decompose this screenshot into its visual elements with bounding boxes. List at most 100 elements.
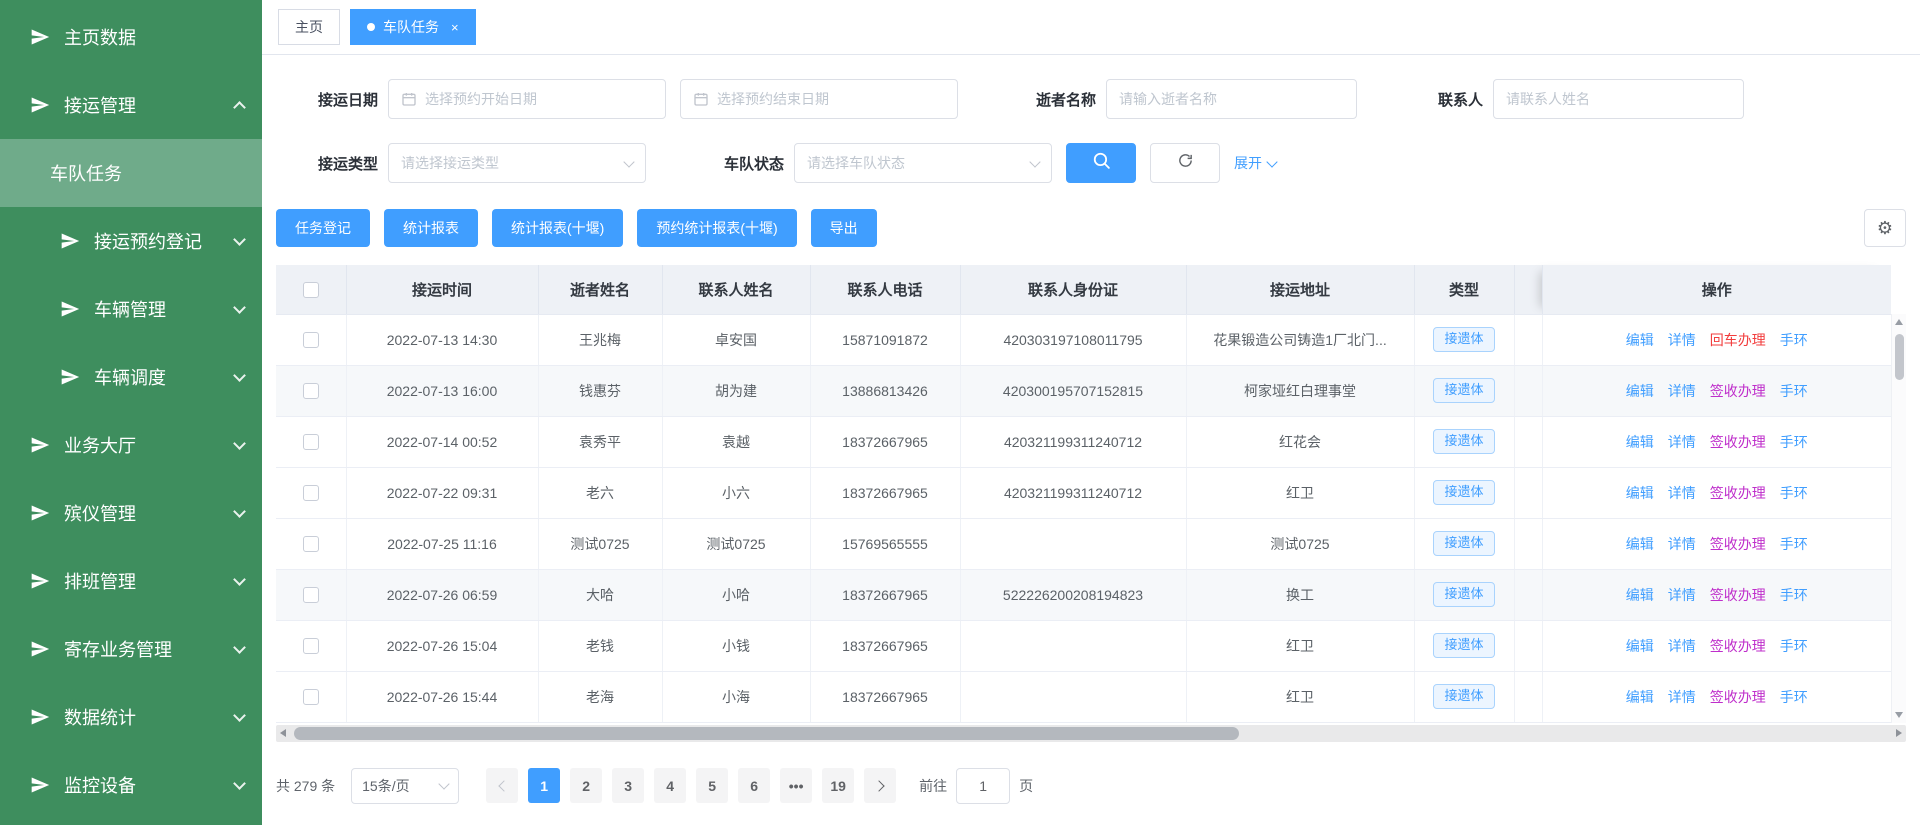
edit-link[interactable]: 编辑 xyxy=(1626,587,1654,603)
date-end-input[interactable] xyxy=(717,91,945,107)
sidebar-item-home-data[interactable]: 主页数据 xyxy=(0,3,262,71)
refresh-icon xyxy=(1177,152,1194,174)
stats-report-button[interactable]: 统计报表 xyxy=(384,209,478,247)
sidebar-item-storage-business[interactable]: 寄存业务管理 xyxy=(0,615,262,683)
column-settings-button[interactable]: ⚙ xyxy=(1864,209,1906,247)
sidebar-item-business-hall[interactable]: 业务大厅 xyxy=(0,411,262,479)
row-checkbox[interactable] xyxy=(303,332,319,348)
horizontal-scrollbar[interactable] xyxy=(276,725,1906,742)
sidebar-item-transport-reservation[interactable]: 接运预约登记 xyxy=(0,207,262,275)
tab-fleet-tasks[interactable]: 车队任务 × xyxy=(350,9,476,45)
sidebar-item-monitoring-devices[interactable]: 监控设备 xyxy=(0,751,262,819)
date-start-input[interactable] xyxy=(425,91,653,107)
refresh-button[interactable] xyxy=(1150,143,1220,183)
process-link[interactable]: 签收办理 xyxy=(1710,434,1766,450)
edit-link[interactable]: 编辑 xyxy=(1626,638,1654,654)
detail-link[interactable]: 详情 xyxy=(1668,383,1696,399)
band-link[interactable]: 手环 xyxy=(1780,587,1808,603)
reservation-stats-report-shiyan-button[interactable]: 预约统计报表(十堰) xyxy=(637,209,796,247)
page-button-1[interactable]: 1 xyxy=(528,768,560,803)
scroll-up-icon[interactable] xyxy=(1895,319,1903,325)
next-page-button[interactable] xyxy=(864,768,896,803)
detail-link[interactable]: 详情 xyxy=(1668,638,1696,654)
tab-home[interactable]: 主页 xyxy=(278,9,340,45)
process-link[interactable]: 签收办理 xyxy=(1710,638,1766,654)
band-link[interactable]: 手环 xyxy=(1780,434,1808,450)
page-button-5[interactable]: 5 xyxy=(696,768,728,803)
band-link[interactable]: 手环 xyxy=(1780,332,1808,348)
detail-link[interactable]: 详情 xyxy=(1668,587,1696,603)
select-all-checkbox[interactable] xyxy=(303,282,319,298)
sidebar-item-transport-management[interactable]: 接运管理 xyxy=(0,71,262,139)
sidebar-item-funeral-management[interactable]: 殡仪管理 xyxy=(0,479,262,547)
tab-close-icon[interactable]: × xyxy=(451,21,459,34)
contact-field[interactable] xyxy=(1493,79,1744,119)
page-button-2[interactable]: 2 xyxy=(570,768,602,803)
vertical-scrollbar[interactable] xyxy=(1891,314,1906,723)
stats-report-shiyan-button[interactable]: 统计报表(十堰) xyxy=(492,209,623,247)
row-checkbox[interactable] xyxy=(303,383,319,399)
sidebar-item-vehicle-dispatch[interactable]: 车辆调度 xyxy=(0,343,262,411)
search-button[interactable] xyxy=(1066,143,1136,183)
band-link[interactable]: 手环 xyxy=(1780,383,1808,399)
contact-input[interactable] xyxy=(1506,91,1731,107)
row-checkbox[interactable] xyxy=(303,485,319,501)
scroll-down-icon[interactable] xyxy=(1895,712,1903,718)
type-badge: 接遗体 xyxy=(1433,531,1494,555)
band-link[interactable]: 手环 xyxy=(1780,536,1808,552)
deceased-name-input[interactable] xyxy=(1119,91,1344,107)
row-checkbox[interactable] xyxy=(303,434,319,450)
edit-link[interactable]: 编辑 xyxy=(1626,536,1654,552)
row-checkbox[interactable] xyxy=(303,638,319,654)
task-register-button[interactable]: 任务登记 xyxy=(276,209,370,247)
sidebar-item-vehicle-management[interactable]: 车辆管理 xyxy=(0,275,262,343)
edit-link[interactable]: 编辑 xyxy=(1626,689,1654,705)
detail-link[interactable]: 详情 xyxy=(1668,536,1696,552)
page-more-button[interactable]: ••• xyxy=(780,768,812,803)
row-checkbox[interactable] xyxy=(303,689,319,705)
process-link[interactable]: 签收办理 xyxy=(1710,536,1766,552)
sidebar-item-fleet-tasks[interactable]: 车队任务 xyxy=(0,139,262,207)
detail-link[interactable]: 详情 xyxy=(1668,434,1696,450)
page-button-19[interactable]: 19 xyxy=(822,768,854,803)
band-link[interactable]: 手环 xyxy=(1780,485,1808,501)
detail-link[interactable]: 详情 xyxy=(1668,689,1696,705)
row-checkbox[interactable] xyxy=(303,587,319,603)
page-button-4[interactable]: 4 xyxy=(654,768,686,803)
goto-page-input[interactable] xyxy=(956,768,1010,804)
edit-link[interactable]: 编辑 xyxy=(1626,434,1654,450)
band-link[interactable]: 手环 xyxy=(1780,638,1808,654)
band-link[interactable]: 手环 xyxy=(1780,689,1808,705)
cell-contact-phone: 18372667965 xyxy=(810,416,960,467)
date-end-field[interactable] xyxy=(680,79,958,119)
transport-type-select[interactable]: 请选择接运类型 xyxy=(388,143,646,183)
col-header-id-card: 联系人身份证 xyxy=(960,265,1186,314)
edit-link[interactable]: 编辑 xyxy=(1626,332,1654,348)
process-link[interactable]: 签收办理 xyxy=(1710,689,1766,705)
prev-page-button[interactable] xyxy=(486,768,518,803)
scroll-left-icon[interactable] xyxy=(280,729,286,737)
page-size-select[interactable]: 15条/页 xyxy=(351,768,459,804)
detail-link[interactable]: 详情 xyxy=(1668,485,1696,501)
sidebar-item-data-statistics[interactable]: 数据统计 xyxy=(0,683,262,751)
expand-toggle[interactable]: 展开 xyxy=(1234,153,1276,173)
detail-link[interactable]: 详情 xyxy=(1668,332,1696,348)
export-button[interactable]: 导出 xyxy=(811,209,877,247)
cell-deceased-name: 老海 xyxy=(538,671,662,722)
date-start-field[interactable] xyxy=(388,79,666,119)
deceased-name-field[interactable] xyxy=(1106,79,1357,119)
fleet-status-select[interactable]: 请选择车队状态 xyxy=(794,143,1052,183)
edit-link[interactable]: 编辑 xyxy=(1626,485,1654,501)
page-button-3[interactable]: 3 xyxy=(612,768,644,803)
edit-link[interactable]: 编辑 xyxy=(1626,383,1654,399)
process-link[interactable]: 签收办理 xyxy=(1710,587,1766,603)
horizontal-scroll-thumb[interactable] xyxy=(294,727,1239,740)
page-button-6[interactable]: 6 xyxy=(738,768,770,803)
scroll-right-icon[interactable] xyxy=(1896,729,1902,737)
sidebar-item-shift-management[interactable]: 排班管理 xyxy=(0,547,262,615)
vertical-scroll-thumb[interactable] xyxy=(1895,334,1904,380)
process-link[interactable]: 签收办理 xyxy=(1710,485,1766,501)
process-link[interactable]: 签收办理 xyxy=(1710,383,1766,399)
row-checkbox[interactable] xyxy=(303,536,319,552)
process-link[interactable]: 回车办理 xyxy=(1710,332,1766,348)
